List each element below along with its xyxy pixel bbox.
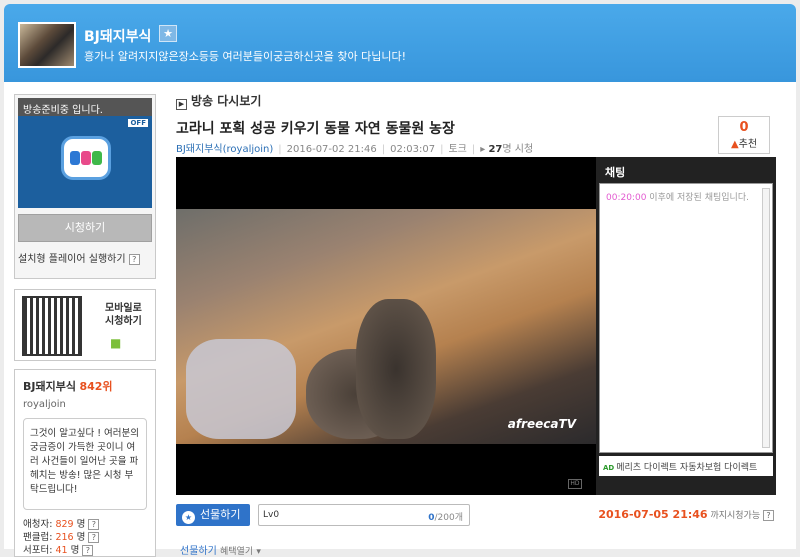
bj-intro: 그것이 알고싶다 ! 여러분의 궁금증이 가득한 곳이니 여러 사건들이 일어난… bbox=[23, 418, 147, 510]
chat-header: 채팅 bbox=[605, 166, 626, 179]
bj-stats: 애청자: 829 명 ? 팬클럽: 216 명 ? 서포터: 41 명 ? bbox=[23, 518, 147, 557]
main-area: ▶ 방송 다시보기 고라니 포획 성공 키우기 동물 자연 동물원 농장 BJ돼지… bbox=[176, 92, 776, 557]
fans-stat: 애청자: 829 명 ? bbox=[23, 518, 147, 531]
chat-panel: 채팅 00:20:00 이후에 저장된 채팅입니다. AD 메리츠 다이렉트 자동… bbox=[596, 157, 776, 495]
gift-benefits-link[interactable]: 선물하기 혜택열기 ▾ bbox=[180, 542, 261, 557]
expire-info: 2016-07-05 21:46 까지시청가능 ? bbox=[598, 508, 774, 521]
channel-avatar[interactable] bbox=[18, 22, 76, 68]
ad-text[interactable]: 메리츠 다이렉트 자동차보험 다이렉트 bbox=[616, 463, 757, 473]
install-player-link[interactable]: 설치형 플레이어 실행하기 ? bbox=[18, 250, 152, 265]
chat-ad[interactable]: AD 메리츠 다이렉트 자동차보험 다이렉트 bbox=[599, 456, 773, 476]
gift-more-label: 선물하기 bbox=[180, 546, 217, 557]
video-category: 토크 bbox=[448, 144, 467, 155]
supporter-label: 서포터: bbox=[23, 545, 53, 556]
supporter-count: 41 bbox=[55, 545, 68, 556]
recommend-label: ▲추천 bbox=[730, 139, 758, 150]
gift-bar: ★ 선물하기 Lv0 0/200개 2016-07-05 21:46 까지시청가능… bbox=[176, 504, 776, 530]
help-icon[interactable]: ? bbox=[88, 532, 100, 543]
video-player[interactable]: afreecaTV HD bbox=[176, 157, 596, 495]
install-player-label[interactable]: 설치형 플레이어 실행하기 bbox=[18, 254, 126, 265]
help-icon[interactable]: ? bbox=[763, 510, 774, 521]
recommend-button[interactable]: 0 ▲추천 bbox=[718, 116, 770, 154]
help-icon[interactable]: ? bbox=[82, 545, 94, 556]
fanclub-label: 팬클럽: bbox=[23, 532, 53, 543]
hd-icon[interactable]: HD bbox=[568, 479, 582, 489]
expire-suffix: 까지시청가능 bbox=[710, 511, 761, 521]
left-sidebar: 방송준비중 입니다. OFF 시청하기 설치형 플레이어 실행하기 ? 모바일로… bbox=[14, 94, 156, 557]
channel-header: BJ돼지부식 ★ 흥가나 알려지지않은장소등등 여러분들이궁금하신곳을 찾아 다… bbox=[4, 4, 796, 82]
tv-icon bbox=[61, 136, 111, 180]
fanclub-count: 216 bbox=[55, 532, 74, 543]
bj-id: royaljoin bbox=[23, 399, 66, 410]
android-icon[interactable]: ■ bbox=[110, 336, 121, 350]
chat-scrollbar[interactable] bbox=[762, 188, 770, 448]
video-date: 2016-07-02 21:46 bbox=[286, 144, 377, 155]
offline-screen: OFF bbox=[18, 116, 152, 208]
mobile-watch-label: 모바일로 시청하기 bbox=[105, 302, 142, 328]
mobile-label-line1: 모바일로 bbox=[105, 303, 142, 314]
bj-rank: 842위 bbox=[79, 380, 113, 393]
level-label: Lv0 bbox=[263, 510, 280, 520]
bj-name[interactable]: BJ돼지부식 bbox=[23, 380, 76, 393]
gift-count: 0/200개 bbox=[428, 513, 463, 523]
section-title-text: 방송 다시보기 bbox=[191, 94, 262, 108]
mobile-watch-panel: 모바일로 시청하기 ■ bbox=[14, 289, 156, 361]
section-title: ▶ 방송 다시보기 bbox=[176, 92, 776, 110]
video-author[interactable]: BJ돼지부식(royaljoin) bbox=[176, 144, 273, 155]
chat-log[interactable]: 00:20:00 이후에 저장된 채팅입니다. bbox=[599, 183, 773, 453]
video-views: 27 bbox=[488, 144, 503, 155]
video-duration: 02:03:07 bbox=[390, 144, 436, 155]
mobile-label-line2: 시청하기 bbox=[105, 316, 142, 327]
off-badge: OFF bbox=[128, 119, 148, 127]
help-icon[interactable]: ? bbox=[128, 254, 140, 265]
fanclub-stat: 팬클럽: 216 명 ? bbox=[23, 531, 147, 544]
bj-info-panel: BJ돼지부식 842위 royaljoin 그것이 알고싶다 ! 여러분의 궁금… bbox=[14, 369, 156, 557]
fans-count: 829 bbox=[55, 519, 74, 530]
video-title: 고라니 포획 성공 키우기 동물 자연 동물원 농장 bbox=[176, 121, 455, 137]
level-gauge: Lv0 0/200개 bbox=[258, 504, 470, 526]
afreecatv-watermark: afreecaTV bbox=[507, 417, 576, 431]
os-icons: ■ bbox=[110, 336, 121, 350]
fans-unit: 명 bbox=[76, 519, 86, 530]
channel-title[interactable]: BJ돼지부식 bbox=[84, 26, 151, 46]
content-area: 방송준비중 입니다. OFF 시청하기 설치형 플레이어 실행하기 ? 모바일로… bbox=[4, 82, 796, 557]
supporter-unit: 명 bbox=[70, 545, 80, 556]
views-icon: ▸ bbox=[480, 144, 486, 155]
thumb-icon: ▲ bbox=[730, 139, 739, 150]
recommend-count: 0 bbox=[739, 120, 749, 135]
star-icon: ★ bbox=[182, 511, 195, 524]
watch-button[interactable]: 시청하기 bbox=[18, 214, 152, 242]
qr-code bbox=[22, 296, 82, 356]
favorite-star-icon[interactable]: ★ bbox=[159, 25, 177, 42]
help-icon[interactable]: ? bbox=[88, 519, 100, 530]
supporter-stat: 서포터: 41 명 ? bbox=[23, 544, 147, 557]
broadcast-status-label: 방송준비중 입니다. bbox=[18, 98, 152, 116]
fanclub-unit: 명 bbox=[76, 532, 86, 543]
ad-tag: AD bbox=[603, 464, 615, 472]
play-icon: ▶ bbox=[176, 99, 187, 110]
video-frame[interactable] bbox=[176, 209, 596, 444]
expire-date: 2016-07-05 21:46 bbox=[598, 508, 708, 521]
fans-label: 애청자: bbox=[23, 519, 53, 530]
chat-notice-time: 00:20:00 bbox=[606, 193, 647, 203]
video-meta: BJ돼지부식(royaljoin) | 2016-07-02 21:46 | 02:03… bbox=[176, 144, 534, 155]
gift-button[interactable]: ★ 선물하기 bbox=[176, 504, 250, 526]
broadcast-status-panel: 방송준비중 입니다. OFF 시청하기 설치형 플레이어 실행하기 ? bbox=[14, 94, 156, 279]
channel-description: 흥가나 알려지지않은장소등등 여러분들이궁금하신곳을 찾아 다닙니다! bbox=[84, 50, 406, 63]
views-suffix: 명 시청 bbox=[502, 144, 534, 155]
chat-notice: 00:20:00 이후에 저장된 채팅입니다. bbox=[606, 190, 766, 203]
chat-notice-text: 이후에 저장된 채팅입니다. bbox=[649, 193, 749, 203]
